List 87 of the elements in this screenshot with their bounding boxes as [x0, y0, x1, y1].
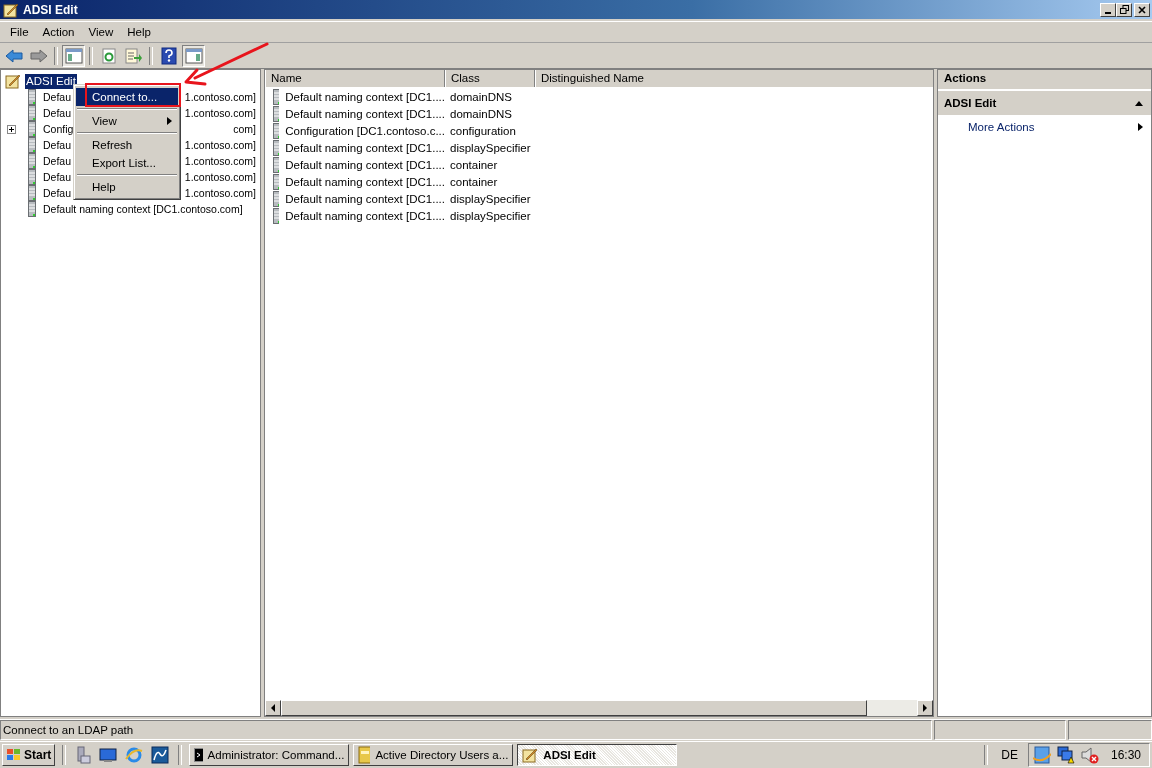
toolbar-button[interactable] — [182, 44, 205, 67]
start-button[interactable]: Start — [2, 744, 56, 766]
close-button[interactable] — [1134, 2, 1150, 17]
refresh-icon — [100, 47, 117, 64]
table-cell-text: domainDNS — [449, 90, 512, 103]
minimize-icon — [1105, 11, 1111, 14]
forward-arrow-icon — [29, 48, 48, 63]
action-link[interactable]: More Actions — [968, 121, 1035, 133]
tree-item[interactable]: ADSI Edit — [25, 73, 77, 89]
notepad-pencil-icon — [5, 73, 21, 89]
section-title: ADSI Edit — [944, 97, 997, 109]
table-cell: Default naming context [DC1.... — [285, 158, 445, 171]
menu-item[interactable]: Help — [121, 26, 157, 38]
muted-speaker-icon[interactable] — [1080, 746, 1099, 764]
table-cell-text: displaySpecifier — [449, 209, 531, 222]
tree-item[interactable]: 1.contoso.com] — [184, 155, 256, 167]
table-cell: Default naming context [DC1.... — [285, 175, 445, 188]
tree-pane-icon — [64, 47, 83, 64]
desktop-icon[interactable] — [99, 747, 118, 763]
language-indicator[interactable]: DE — [995, 748, 1024, 762]
tree-item[interactable]: Defau — [42, 169, 73, 185]
windows-flag-icon — [6, 748, 22, 762]
table-cell-text: container — [449, 175, 498, 188]
table-cell: Default naming context [DC1.... — [285, 209, 445, 222]
server-manager-icon[interactable] — [75, 746, 92, 764]
tree-item[interactable]: 1.contoso.com] — [184, 187, 256, 199]
minimize-button[interactable] — [1100, 2, 1116, 17]
menu-item[interactable]: Export List... — [76, 154, 178, 172]
book-icon — [358, 746, 371, 764]
restore-icon — [1119, 5, 1129, 14]
tree-item[interactable]: Defau — [42, 185, 73, 201]
window-title: ADSI Edit — [23, 2, 78, 17]
command-prompt-icon — [194, 748, 203, 762]
tree-item[interactable]: 1.contoso.com] — [184, 139, 256, 151]
tree-item[interactable]: com] — [233, 123, 256, 135]
menu-item[interactable]: Refresh — [76, 136, 178, 154]
expand-icon[interactable] — [7, 124, 16, 134]
status-text: Connect to an LDAP path — [0, 720, 932, 740]
tree-item[interactable]: Defau — [42, 105, 73, 121]
horizontal-scrollbar[interactable] — [265, 700, 933, 716]
menu-item[interactable]: Action — [36, 26, 81, 38]
taskbar-button[interactable]: Administrator: Command... — [189, 744, 350, 766]
collapse-caret-icon[interactable] — [1135, 100, 1143, 106]
table-cell: Configuration [DC1.contoso.c... — [285, 124, 445, 137]
table-cell-text: displaySpecifier — [449, 141, 531, 154]
right-arrow-icon — [922, 704, 928, 712]
tree-item[interactable]: Config — [42, 121, 75, 137]
export-list-icon — [124, 47, 143, 64]
column-header[interactable]: Distinguished Name — [535, 70, 933, 87]
back-arrow-icon — [4, 48, 23, 63]
column-header[interactable]: Name — [265, 70, 445, 87]
menu-item[interactable]: Connect to... — [76, 88, 178, 106]
submenu-arrow-icon — [1138, 123, 1143, 131]
close-icon — [1138, 5, 1146, 14]
taskbar-button[interactable]: Active Directory Users a... — [353, 744, 514, 766]
actions-section[interactable]: ADSI Edit — [938, 91, 1151, 115]
notepad-pencil-icon — [522, 747, 539, 763]
taskbar-button[interactable]: ADSI Edit — [517, 744, 678, 766]
actions-header: Actions — [938, 70, 1151, 90]
tree-item[interactable]: 1.contoso.com] — [184, 171, 256, 183]
menu-item[interactable]: Help — [76, 178, 178, 196]
tree-item[interactable]: Default naming context [DC1.contoso.com] — [42, 201, 244, 217]
table-cell-text: domainDNS — [449, 107, 512, 120]
column-header[interactable]: Class — [445, 70, 535, 87]
table-cell-text: configuration — [449, 124, 516, 137]
notepad-pencil-icon — [3, 1, 19, 18]
restore-button[interactable] — [1116, 2, 1132, 17]
clock[interactable]: 16:30 — [1110, 748, 1141, 762]
left-arrow-icon — [270, 704, 276, 712]
table-cell: Default naming context [DC1.... — [285, 141, 445, 154]
table-cell: Default naming context [DC1.... — [285, 90, 445, 103]
tree-item[interactable]: Defau — [42, 153, 73, 169]
help-icon — [160, 46, 177, 65]
table-cell: Default naming context [DC1.... — [285, 192, 445, 205]
menu-item[interactable]: File — [4, 26, 35, 38]
tree-item[interactable]: Defau — [42, 89, 73, 105]
tree-item[interactable]: 1.contoso.com] — [184, 91, 256, 103]
table-cell-text: container — [449, 158, 498, 171]
tree-item[interactable]: 1.contoso.com] — [184, 107, 256, 119]
menu-item[interactable]: View — [76, 112, 178, 130]
menu-item[interactable]: View — [82, 26, 120, 38]
toolbar-button[interactable] — [62, 44, 85, 67]
table-cell-text: displaySpecifier — [449, 192, 531, 205]
tree-item[interactable]: Defau — [42, 137, 73, 153]
network-warning-icon[interactable] — [1056, 746, 1075, 764]
action-pane-icon — [184, 47, 203, 64]
table-cell: Default naming context [DC1.... — [285, 107, 445, 120]
